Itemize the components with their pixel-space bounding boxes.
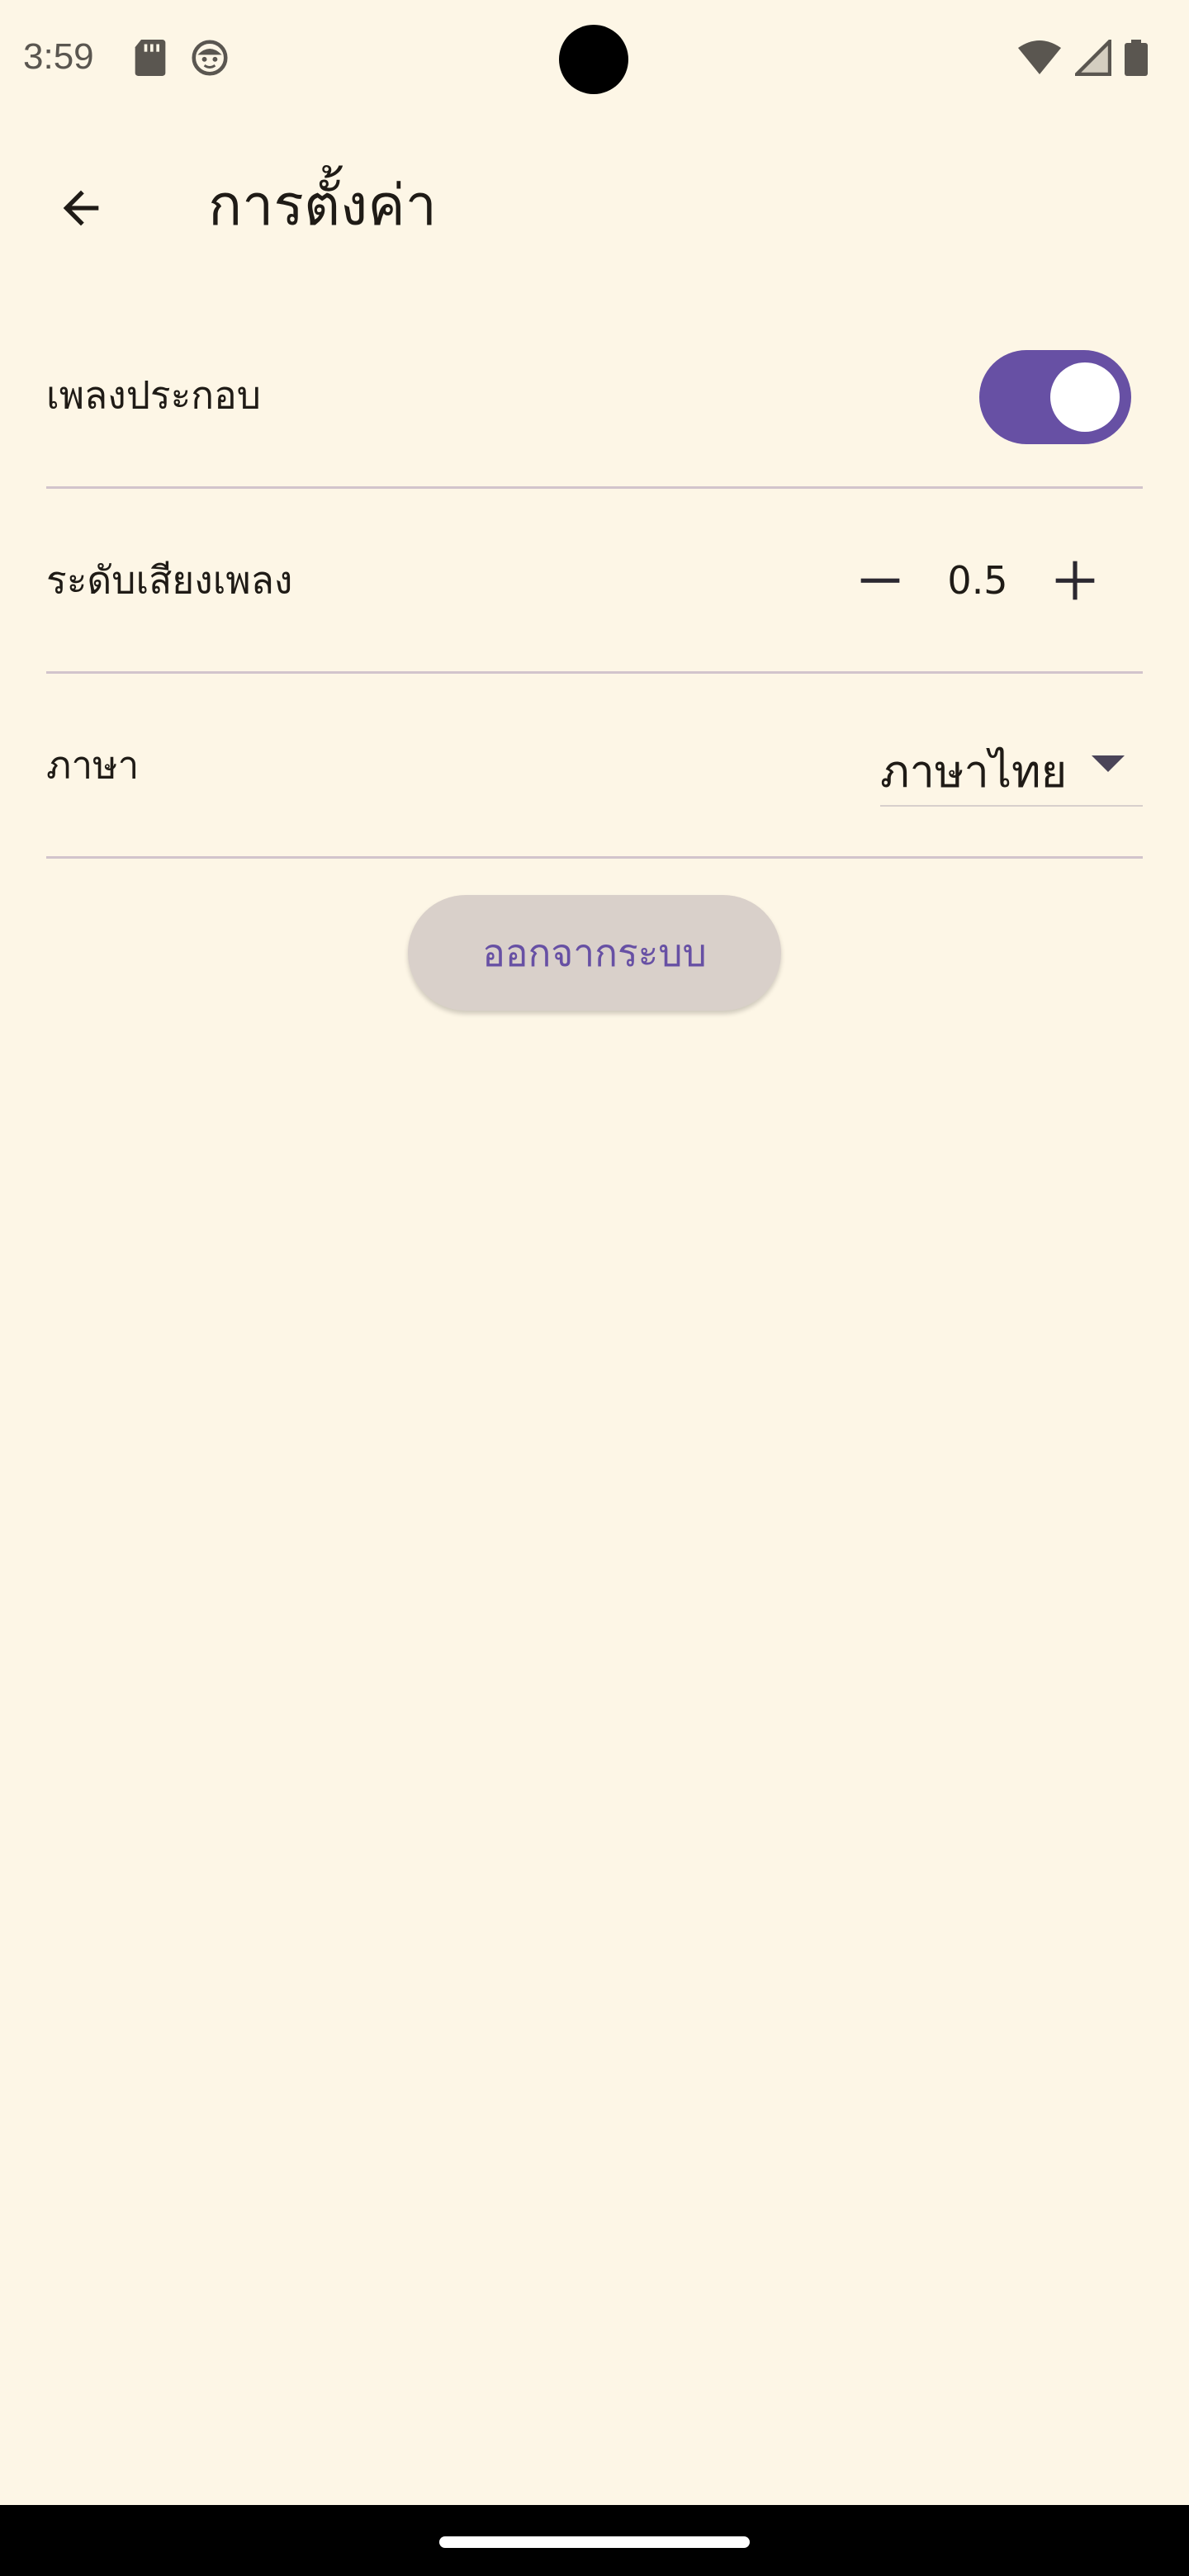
- volume-decrease-button[interactable]: [846, 546, 915, 615]
- dropdown-arrow-icon: [1092, 755, 1125, 772]
- setting-row-music-volume: ระดับเสียงเพลง 0.5: [46, 489, 1143, 674]
- status-notification-icons: [132, 38, 228, 78]
- back-button[interactable]: [43, 170, 119, 246]
- status-system-icons: [1017, 40, 1148, 76]
- setting-row-language: ภาษา ภาษาไทย: [46, 674, 1143, 859]
- volume-value: 0.5: [947, 557, 1008, 603]
- status-bar: 3:59: [0, 0, 1189, 119]
- toggle-thumb: [1050, 362, 1120, 432]
- sd-card-icon: [135, 40, 166, 76]
- language-select[interactable]: ภาษาไทย: [880, 724, 1143, 807]
- signal-icon: [1075, 40, 1111, 76]
- app-bar: การตั้งค่า: [0, 145, 1189, 261]
- arrow-back-icon: [63, 190, 99, 226]
- camera-cutout: [559, 25, 628, 94]
- battery-icon: [1125, 40, 1148, 76]
- volume-increase-button[interactable]: [1040, 546, 1110, 615]
- face-icon: [192, 40, 228, 76]
- language-label: ภาษา: [46, 742, 140, 787]
- minus-icon: [860, 578, 900, 583]
- gesture-handle[interactable]: [439, 2536, 750, 2548]
- settings-list: เพลงประกอบ ระดับเสียงเพลง 0.5 ภาษา ภาษาไ…: [46, 304, 1143, 859]
- navigation-bar: [0, 2505, 1189, 2576]
- music-volume-label: ระดับเสียงเพลง: [46, 557, 293, 602]
- status-time: 3:59: [23, 36, 94, 77]
- logout-button[interactable]: ออกจากระบบ: [408, 895, 781, 1011]
- language-selected-value: ภาษาไทย: [880, 745, 1068, 798]
- volume-stepper: 0.5: [846, 546, 1110, 615]
- plus-icon: [1055, 561, 1095, 599]
- setting-row-background-music: เพลงประกอบ: [46, 304, 1143, 489]
- wifi-icon: [1018, 40, 1061, 74]
- background-music-toggle[interactable]: [979, 350, 1131, 444]
- page-title: การตั้งค่า: [208, 173, 437, 239]
- background-music-label: เพลงประกอบ: [46, 372, 261, 417]
